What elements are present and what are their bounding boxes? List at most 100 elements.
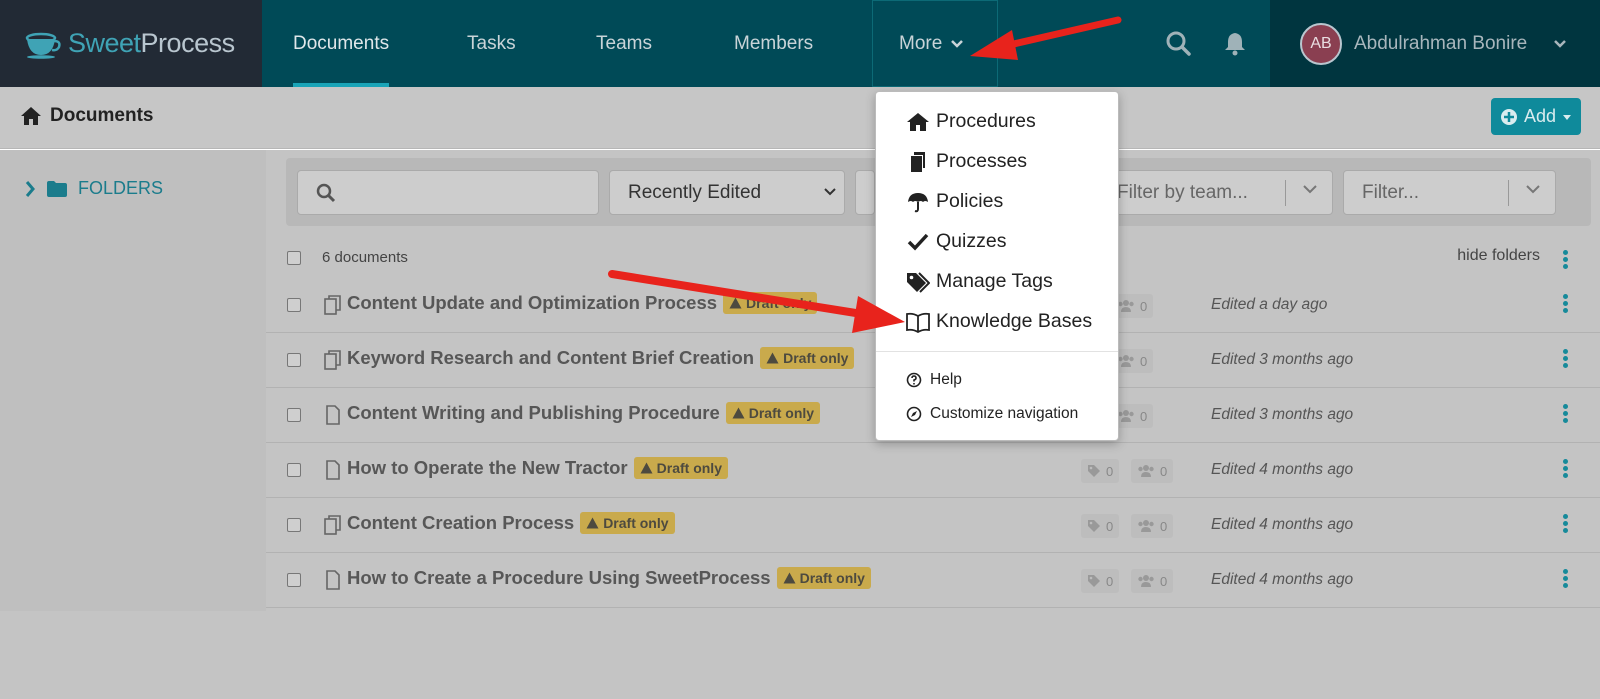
warning-icon <box>766 352 779 364</box>
coffee-cup-icon <box>25 32 61 59</box>
hide-folders-link[interactable]: hide folders <box>1457 247 1540 265</box>
folders-toggle[interactable]: FOLDERS <box>24 178 163 199</box>
copy-icon <box>911 151 925 172</box>
status-badge: Draft only <box>633 457 728 479</box>
filter-select[interactable]: Filter... <box>1343 170 1556 215</box>
tag-icon <box>1088 575 1100 587</box>
tag-icon <box>1088 520 1100 532</box>
nav-more[interactable]: More <box>872 0 998 87</box>
more-options-icon[interactable] <box>1562 294 1568 315</box>
menu-item-processes[interactable]: Processes <box>906 150 1027 173</box>
menu-item-quizzes[interactable]: Quizzes <box>906 230 1006 253</box>
compass-icon <box>906 406 922 422</box>
document-title[interactable]: Content Writing and Publishing Procedure… <box>347 402 821 424</box>
status-badge-label: Draft only <box>748 405 815 421</box>
sort-select[interactable]: Recently Edited <box>609 170 845 215</box>
search-icon[interactable] <box>1165 30 1191 56</box>
book-icon <box>906 312 930 333</box>
document-title-text: How to Operate the New Tractor <box>347 457 628 478</box>
menu-item-help[interactable]: Help <box>906 371 962 389</box>
menu-item-label: Policies <box>936 190 1004 212</box>
filter-placeholder: Filter... <box>1362 181 1420 203</box>
umbrella-icon <box>908 192 928 212</box>
table-row[interactable]: Content Creation Process Draft only 0 0 … <box>266 498 1600 553</box>
table-row[interactable]: How to Operate the New Tractor Draft onl… <box>266 443 1600 498</box>
menu-item-manage-tags[interactable]: Manage Tags <box>906 270 1053 293</box>
members-count: 0 <box>1131 459 1174 483</box>
more-options-icon[interactable] <box>1562 250 1568 271</box>
status-badge-label: Draft only <box>799 570 865 586</box>
filter-select-hidden[interactable] <box>855 170 875 215</box>
edited-time: Edited 4 months ago <box>1211 571 1354 588</box>
document-title[interactable]: Content Creation Process Draft only <box>347 512 675 534</box>
menu-item-policies[interactable]: Policies <box>906 190 1003 213</box>
users-icon <box>1118 300 1134 312</box>
status-badge-label: Draft only <box>746 295 812 311</box>
document-title[interactable]: How to Operate the New Tractor Draft onl… <box>347 457 728 479</box>
sort-select-value: Recently Edited <box>628 181 762 203</box>
edited-time: Edited 4 months ago <box>1211 461 1354 478</box>
row-checkbox[interactable] <box>287 353 301 367</box>
select-all-checkbox[interactable] <box>287 251 301 265</box>
document-title-text: Keyword Research and Content Brief Creat… <box>347 347 755 368</box>
check-icon <box>907 233 929 251</box>
document-title[interactable]: How to Create a Procedure Using SweetPro… <box>347 567 871 589</box>
users-icon <box>1138 575 1154 587</box>
add-button-label: Add <box>1523 106 1557 126</box>
plus-circle-icon <box>1500 108 1517 125</box>
file-icon <box>326 405 340 425</box>
document-count: 6 documents <box>322 249 408 266</box>
team-filter-select[interactable]: Filter by team... <box>1098 170 1333 215</box>
more-options-icon[interactable] <box>1562 404 1568 425</box>
page-subheader: Documents Add <box>0 87 1600 149</box>
more-options-icon[interactable] <box>1562 514 1568 535</box>
row-checkbox[interactable] <box>287 573 301 587</box>
more-options-icon[interactable] <box>1562 349 1568 370</box>
brand-name: SweetProcess <box>68 28 235 58</box>
add-button[interactable]: Add <box>1491 98 1581 135</box>
menu-item-procedures[interactable]: Procedures <box>906 110 1036 133</box>
nav-teams[interactable]: Teams <box>596 0 652 87</box>
menu-item-knowledge-bases[interactable]: Knowledge Bases <box>906 310 1092 333</box>
status-badge-label: Draft only <box>656 460 722 476</box>
avatar: AB <box>1300 22 1342 65</box>
members-count-value: 0 <box>1140 408 1148 424</box>
document-title[interactable]: Content Update and Optimization Process … <box>347 292 818 314</box>
nav-members[interactable]: Members <box>734 0 813 87</box>
tag-icon <box>1088 465 1100 477</box>
sidebar: FOLDERS <box>0 150 266 611</box>
row-checkbox[interactable] <box>287 298 301 312</box>
copy-icon <box>324 350 341 370</box>
search-icon <box>316 183 336 202</box>
members-count-value: 0 <box>1160 518 1168 534</box>
tags-count-value: 0 <box>1106 573 1114 589</box>
nav-documents[interactable]: Documents <box>293 0 390 87</box>
brand-logo[interactable]: SweetProcess <box>0 0 262 87</box>
user-menu[interactable]: AB Abdulrahman Bonire <box>1270 0 1600 87</box>
row-checkbox[interactable] <box>287 518 301 532</box>
menu-item-customize-navigation[interactable]: Customize navigation <box>906 405 1078 423</box>
table-row[interactable]: How to Create a Procedure Using SweetPro… <box>266 553 1600 608</box>
more-options-icon[interactable] <box>1562 459 1568 480</box>
members-count: 0 <box>1131 569 1174 593</box>
bell-icon[interactable] <box>1222 30 1248 56</box>
members-count-value: 0 <box>1140 298 1148 314</box>
chevron-down-icon <box>1303 185 1317 194</box>
edited-time: Edited a day ago <box>1211 296 1328 313</box>
members-count-value: 0 <box>1140 353 1148 369</box>
more-options-icon[interactable] <box>1562 569 1568 590</box>
tags-count: 0 <box>1081 569 1120 593</box>
search-input[interactable] <box>297 170 599 215</box>
question-circle-icon <box>906 372 922 388</box>
breadcrumb[interactable]: Documents <box>20 105 153 127</box>
team-filter-placeholder: Filter by team... <box>1117 181 1248 203</box>
users-icon <box>1118 410 1134 422</box>
folder-icon <box>47 180 67 197</box>
document-title-text: Content Update and Optimization Process <box>347 292 718 313</box>
nav-tasks[interactable]: Tasks <box>467 0 516 87</box>
document-title[interactable]: Keyword Research and Content Brief Creat… <box>347 347 855 369</box>
row-checkbox[interactable] <box>287 463 301 477</box>
menu-item-label: Procedures <box>936 110 1036 132</box>
warning-icon <box>640 462 653 474</box>
row-checkbox[interactable] <box>287 408 301 422</box>
